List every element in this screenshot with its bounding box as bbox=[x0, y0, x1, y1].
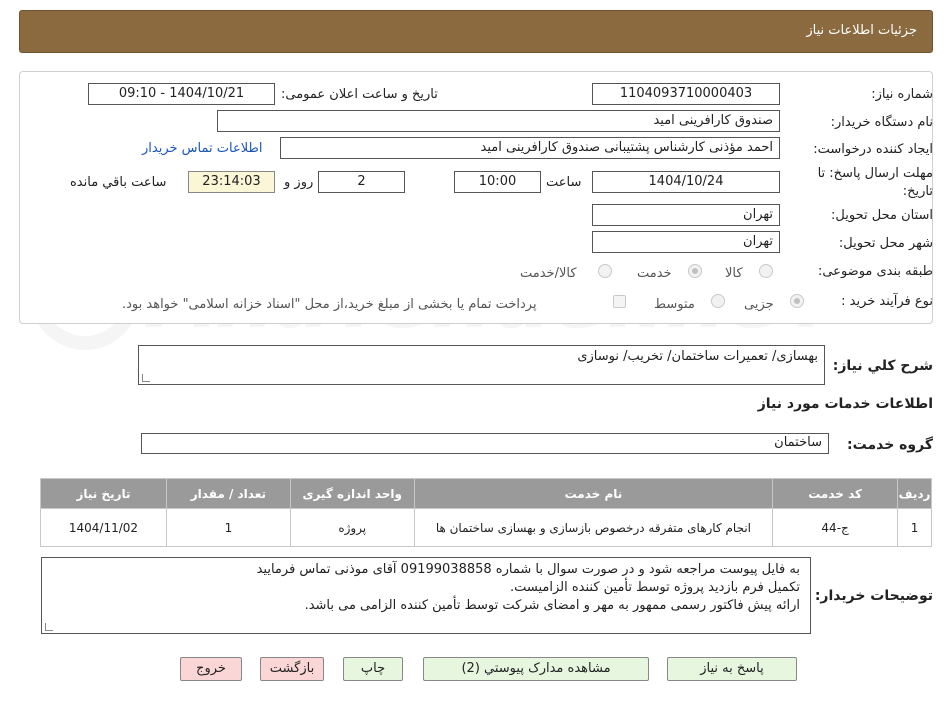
page-title: جزئیات اطلاعات نیاز bbox=[806, 23, 917, 38]
resize-handle-icon[interactable] bbox=[45, 623, 53, 631]
page-header: جزئیات اطلاعات نیاز bbox=[19, 10, 933, 53]
need-number-label: شماره نیاز: bbox=[871, 87, 933, 102]
summary-textarea: بهسازی/ تعمیرات ساختمان/ تخریب/ نوسازی bbox=[138, 345, 825, 385]
col-row-number: ردیف bbox=[897, 478, 932, 509]
summary-label: شرح کلي نیاز: bbox=[832, 358, 933, 374]
buyer-contact-link[interactable]: اطلاعات تماس خریدار bbox=[142, 141, 262, 156]
col-service-code: کد خدمت bbox=[772, 478, 899, 509]
province-field: تهران bbox=[592, 204, 780, 226]
reply-button[interactable]: پاسخ به نیاز bbox=[667, 657, 797, 681]
buyer-org-field: صندوق کارافرینی امید bbox=[217, 110, 780, 132]
cell-quantity: 1 bbox=[165, 508, 291, 547]
treasury-payment-note: پرداخت تمام یا بخشی از مبلغ خرید،از محل … bbox=[122, 297, 537, 312]
countdown-timer: 23:14:03 bbox=[188, 171, 275, 193]
cell-row-number: 1 bbox=[897, 508, 932, 547]
purchase-minor-radio[interactable] bbox=[790, 294, 804, 308]
deadline-date-field: 1404/10/24 bbox=[592, 171, 780, 193]
category-goods-service-radio[interactable] bbox=[598, 264, 612, 278]
category-goods-label: کالا bbox=[725, 266, 743, 281]
announce-datetime-field: 1404/10/21 - 09:10 bbox=[88, 83, 275, 105]
buyer-note-line: ارائه پیش فاکتور رسمی ممهور به مهر و امض… bbox=[304, 598, 800, 613]
deadline-time-label: ساعت bbox=[546, 175, 582, 190]
buyer-note-line: تکمیل فرم بازدید پروژه توسط تأمین کننده … bbox=[509, 580, 800, 595]
need-number-field: 1104093710000403 bbox=[592, 83, 780, 105]
cell-need-date: 1404/11/02 bbox=[40, 508, 167, 547]
deadline-time-field: 10:00 bbox=[454, 171, 541, 193]
col-need-date: تاریخ نیاز bbox=[40, 478, 167, 509]
services-table: ردیف کد خدمت نام خدمت واحد اندازه گیری ت… bbox=[40, 478, 932, 547]
requester-label: ایجاد کننده درخواست: bbox=[813, 142, 933, 157]
buyer-notes-label: توضیحات خریدار: bbox=[814, 588, 933, 604]
summary-text: بهسازی/ تعمیرات ساختمان/ تخریب/ نوسازی bbox=[577, 349, 818, 364]
exit-button[interactable]: خروج bbox=[180, 657, 242, 681]
category-goods-radio[interactable] bbox=[759, 264, 773, 278]
category-label: طبقه بندی موضوعی: bbox=[817, 264, 933, 279]
treasury-payment-checkbox[interactable] bbox=[613, 295, 626, 308]
deadline-label-date: تاریخ: bbox=[902, 184, 933, 199]
service-group-label: گروه خدمت: bbox=[847, 437, 933, 453]
view-attachments-button[interactable]: مشاهده مدارک پیوستي (2) bbox=[423, 657, 649, 681]
city-field: تهران bbox=[592, 231, 780, 253]
category-goods-service-label: کالا/خدمت bbox=[520, 266, 577, 281]
city-label: شهر محل تحویل: bbox=[838, 236, 933, 251]
remaining-label: ساعت باقي مانده bbox=[70, 175, 167, 190]
buyer-org-label: نام دستگاه خریدار: bbox=[830, 115, 933, 130]
table-row: 1 ج-44 انجام کارهای متفرقه درخصوص بازساز… bbox=[40, 508, 932, 547]
need-details-panel bbox=[19, 71, 933, 324]
buyer-notes-textarea: به فایل پیوست مراجعه شود و در صورت سوال … bbox=[41, 557, 811, 634]
province-label: استان محل تحویل: bbox=[831, 208, 933, 223]
resize-handle-icon[interactable] bbox=[142, 374, 150, 382]
cell-service-code: ج-44 bbox=[772, 508, 899, 547]
days-field: 2 bbox=[318, 171, 405, 193]
back-button[interactable]: بازگشت bbox=[260, 657, 324, 681]
requester-field: احمد مؤذنی کارشناس پشتیبانی صندوق کارافر… bbox=[280, 137, 780, 159]
announce-datetime-label: تاریخ و ساعت اعلان عمومی: bbox=[281, 87, 438, 102]
service-group-field: ساختمان bbox=[141, 433, 829, 454]
cell-unit: پروژه bbox=[289, 508, 415, 547]
col-unit: واحد اندازه گیری bbox=[289, 478, 415, 509]
category-service-radio[interactable] bbox=[688, 264, 702, 278]
purchase-type-label: نوع فرآیند خرید : bbox=[841, 294, 933, 309]
deadline-label: مهلت ارسال پاسخ: تا bbox=[817, 166, 933, 181]
col-quantity: تعداد / مقدار bbox=[165, 478, 291, 509]
purchase-medium-radio[interactable] bbox=[711, 294, 725, 308]
purchase-medium-label: متوسط bbox=[654, 297, 695, 312]
purchase-minor-label: جزیی bbox=[744, 297, 774, 312]
days-label: روز و bbox=[284, 175, 314, 190]
print-button[interactable]: چاپ bbox=[343, 657, 403, 681]
services-section-title: اطلاعات خدمات مورد نیاز bbox=[757, 396, 933, 412]
buyer-note-line: به فایل پیوست مراجعه شود و در صورت سوال … bbox=[256, 562, 800, 577]
cell-service-name: انجام کارهای متفرقه درخصوص بازسازی و بهس… bbox=[413, 508, 774, 547]
col-service-name: نام خدمت bbox=[413, 478, 774, 509]
category-service-label: خدمت bbox=[637, 266, 672, 281]
